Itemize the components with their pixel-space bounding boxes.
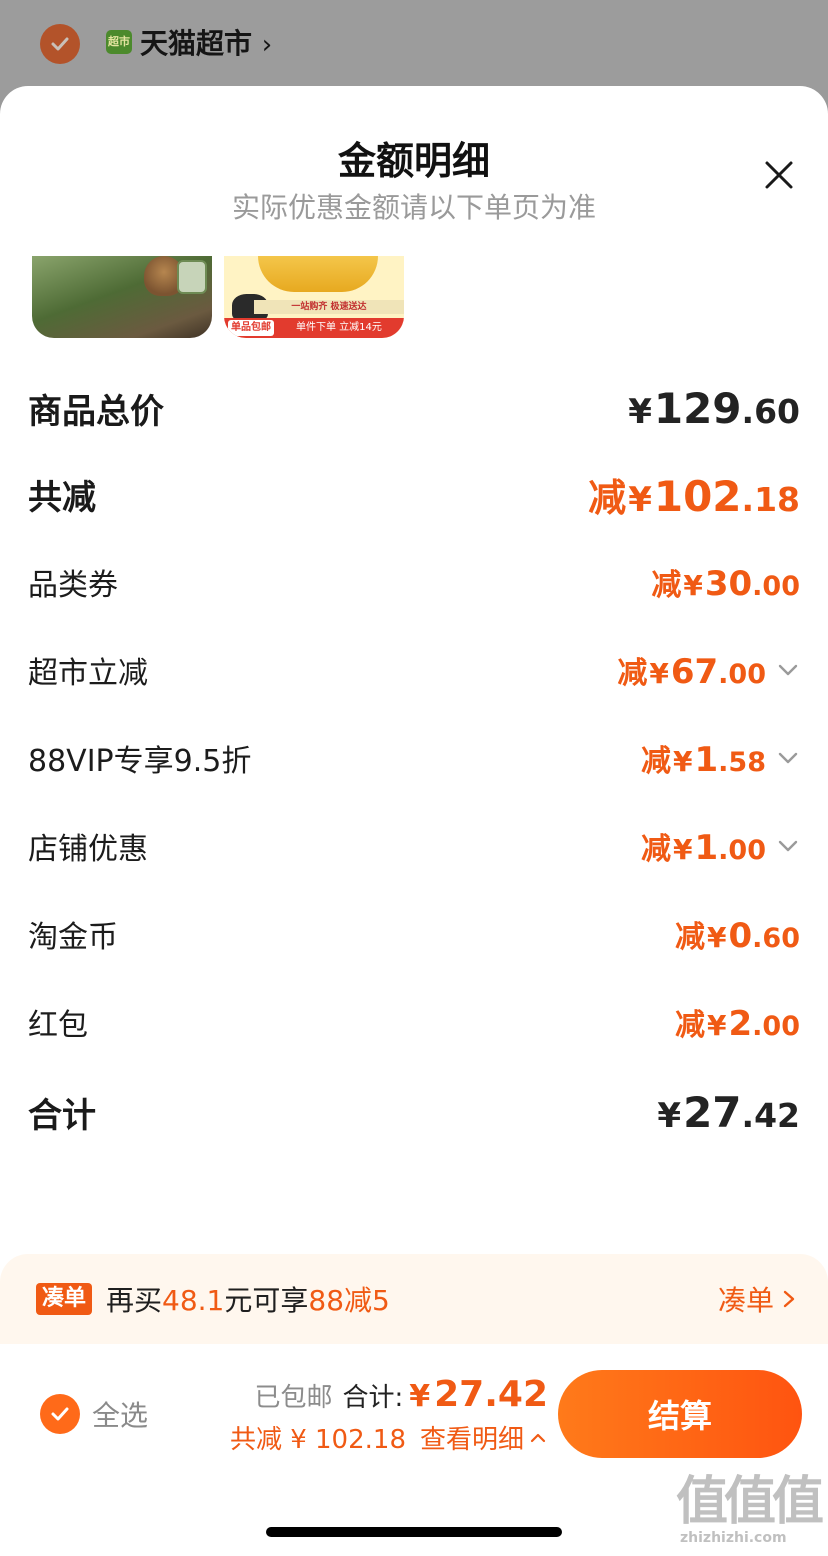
- watermark-main: 值值值: [676, 1472, 824, 1532]
- row-amount: ¥129.60: [628, 383, 800, 433]
- row-label: 共减: [28, 477, 96, 518]
- watermark: 值值值 zhizhizhi.com: [676, 1474, 824, 1554]
- sheet-title: 金额明细: [337, 139, 490, 183]
- amount-detail-sheet: 金额明细 实际优惠金额请以下单页为准 一站购齐 极速送达 单件下单 立减14元 …: [0, 86, 828, 1556]
- product-thumbnail[interactable]: 一站购齐 极速送达 单件下单 立减14元 单品包邮: [224, 256, 404, 338]
- promo-line: 一站购齐 极速送达: [254, 300, 404, 314]
- check-icon: [51, 1407, 69, 1421]
- total-label: 合计:: [342, 1383, 404, 1413]
- coudan-bar: 凑单 再买48.1元可享88减5 凑单: [0, 1254, 828, 1344]
- row-taojinbi: 淘金币 减 ¥0.60: [28, 904, 800, 964]
- row-88vip-discount[interactable]: 88VIP专享9.5折 减 ¥1.58: [28, 728, 800, 788]
- promo-tag: 单品包邮: [228, 320, 274, 336]
- checkbox-checked: [40, 1394, 80, 1434]
- chevron-right-icon: ›: [261, 30, 273, 60]
- row-label: 淘金币: [28, 920, 118, 955]
- row-amount: 减 ¥1.00: [641, 828, 766, 868]
- background-header: 超市 天猫超市 ›: [0, 0, 828, 90]
- select-all-checkbox[interactable]: 全选: [40, 1394, 148, 1434]
- row-store-discount[interactable]: 店铺优惠 减 ¥1.00: [28, 816, 800, 876]
- chevron-down-icon[interactable]: [776, 834, 800, 858]
- store-logo: 超市: [106, 30, 132, 54]
- price-summary: 已包邮 合计: ¥27.42 共减 ¥ 102.18 查看明细: [218, 1374, 548, 1456]
- row-label: 超市立减: [28, 656, 148, 691]
- row-label: 店铺优惠: [28, 832, 148, 867]
- row-label: 合计: [28, 1095, 96, 1136]
- row-goods-total: 商品总价 ¥129.60: [28, 378, 800, 438]
- row-amount: 减 ¥1.58: [641, 740, 766, 780]
- row-label: 88VIP专享9.5折: [28, 744, 252, 779]
- coudan-text: 再买48.1元可享88减5: [106, 1284, 390, 1317]
- row-grand-total: 合计 ¥27.42: [28, 1082, 800, 1142]
- row-amount: 减 ¥30.00: [651, 564, 800, 604]
- row-label: 商品总价: [28, 391, 164, 432]
- product-thumbnail[interactable]: [32, 256, 212, 338]
- check-icon: [51, 37, 69, 51]
- close-icon: [765, 161, 793, 189]
- row-total-discount: 共减 减 ¥102.18: [28, 464, 800, 524]
- row-label: 品类券: [28, 568, 118, 603]
- row-amount: 减 ¥102.18: [588, 471, 800, 521]
- close-button[interactable]: [756, 152, 802, 198]
- store-name-link[interactable]: 天猫超市 ›: [140, 24, 272, 65]
- discount-summary: 共减 ¥ 102.18: [229, 1425, 406, 1455]
- view-detail-link[interactable]: 查看明细: [420, 1419, 548, 1456]
- row-label: 红包: [28, 1008, 88, 1043]
- banana-image: [258, 256, 378, 292]
- coudan-tag: 凑单: [36, 1283, 93, 1315]
- row-red-packet: 红包 减 ¥2.00: [28, 992, 800, 1052]
- coudan-link[interactable]: 凑单: [718, 1279, 800, 1319]
- shipping-status: 已包邮: [254, 1383, 333, 1413]
- row-amount: ¥27.42: [657, 1087, 800, 1137]
- chevron-up-icon: [530, 1433, 546, 1442]
- store-name: 天猫超市: [140, 27, 253, 60]
- select-all-label: 全选: [92, 1399, 149, 1432]
- jar-image: [177, 260, 207, 294]
- home-indicator: [266, 1527, 562, 1537]
- row-amount: 减 ¥67.00: [617, 652, 766, 692]
- chevron-down-icon[interactable]: [776, 658, 800, 682]
- chevron-down-icon[interactable]: [776, 746, 800, 770]
- store-checkbox[interactable]: [40, 24, 80, 64]
- row-amount: 减 ¥0.60: [675, 916, 800, 956]
- chevron-right-icon: [783, 1290, 795, 1308]
- row-category-coupon: 品类券 减 ¥30.00: [28, 552, 800, 612]
- total-amount: ¥27.42: [409, 1374, 548, 1415]
- row-amount: 减 ¥2.00: [675, 1004, 800, 1044]
- watermark-sub: zhizhizhi.com: [680, 1530, 787, 1546]
- checkout-button[interactable]: 结算: [558, 1370, 802, 1458]
- sheet-subtitle: 实际优惠金额请以下单页为准: [231, 191, 596, 224]
- row-supermarket-discount[interactable]: 超市立减 减 ¥67.00: [28, 640, 800, 700]
